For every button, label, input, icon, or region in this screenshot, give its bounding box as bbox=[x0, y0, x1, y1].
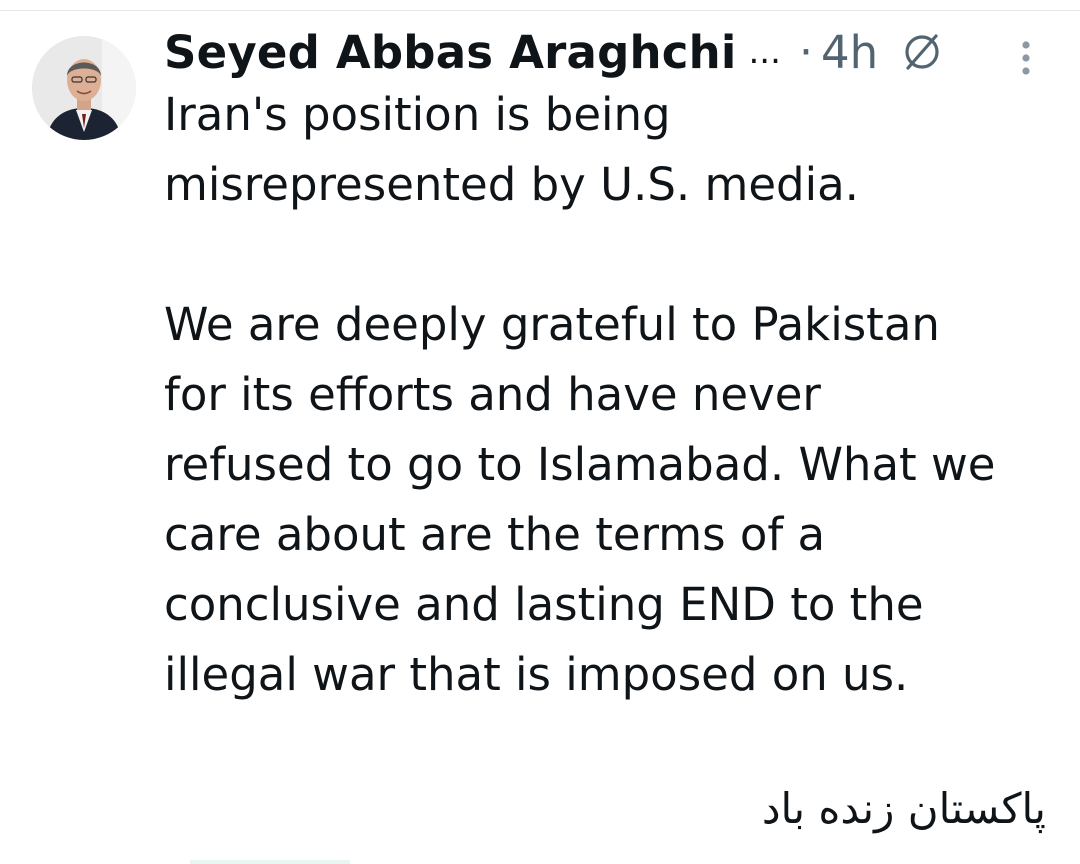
text-line: for its efforts and have never bbox=[164, 368, 821, 421]
top-divider bbox=[0, 10, 1080, 11]
tweet-text: Iran's position is being misrepresented … bbox=[164, 80, 1064, 710]
text-line: misrepresented by U.S. media. bbox=[164, 158, 859, 211]
avatar[interactable] bbox=[32, 36, 136, 140]
display-name[interactable]: Seyed Abbas Araghchi bbox=[164, 26, 737, 79]
text-line: refused to go to Islamabad. What we bbox=[164, 438, 996, 491]
tweet: Seyed Abbas Araghchi ... · 4h Iran's pos… bbox=[164, 18, 1064, 710]
text-line: care about are the terms of a bbox=[164, 508, 826, 561]
paragraph-1: Iran's position is being misrepresented … bbox=[164, 80, 1064, 220]
automated-account-icon[interactable] bbox=[900, 30, 944, 74]
text-line: illegal war that is imposed on us. bbox=[164, 648, 909, 701]
text-line: We are deeply grateful to Pakistan bbox=[164, 298, 940, 351]
tweet-header: Seyed Abbas Araghchi ... · 4h bbox=[164, 18, 1064, 86]
timestamp[interactable]: 4h bbox=[821, 26, 878, 79]
avatar-photo-icon bbox=[32, 36, 136, 140]
more-options-icon[interactable] bbox=[1012, 40, 1040, 76]
text-line: Iran's position is being bbox=[164, 88, 671, 141]
urdu-line: پاکستان زنده باد bbox=[761, 784, 1046, 833]
text-line: conclusive and lasting END to the bbox=[164, 578, 924, 631]
paragraph-2: We are deeply grateful to Pakistan for i… bbox=[164, 290, 1064, 710]
name-truncation: ... bbox=[748, 32, 781, 72]
partial-media-edge bbox=[190, 860, 350, 864]
separator-dot: · bbox=[798, 26, 813, 78]
